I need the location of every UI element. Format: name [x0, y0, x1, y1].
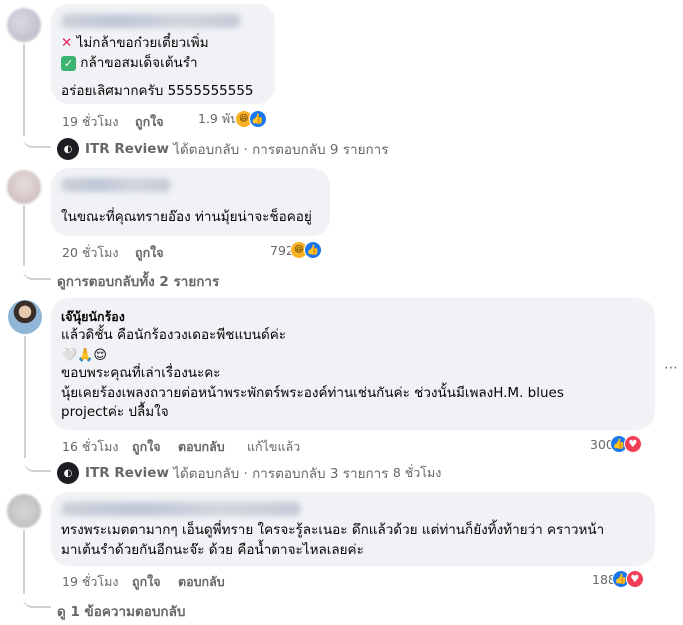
- cross-mark-icon: ✕: [61, 35, 73, 51]
- reply-summary-link[interactable]: ◐ ITR Review ได้ตอบกลับ · การตอบกลับ 9 ร…: [57, 138, 389, 160]
- reaction-summary[interactable]: 1.9 พัน 😆 👍: [198, 109, 267, 129]
- comment-bubble: ในขณะที่คุณทรายอ๊อง ท่านมุ้ยน่าจะช็อคอยู…: [51, 168, 330, 236]
- reaction-summary[interactable]: 300 👍 ♥: [590, 434, 642, 454]
- comment-line: ทรงพระเมตตามากๆ เอ็นดูพี่ทราย ใครจะรู้ละ…: [61, 522, 605, 538]
- like-reaction-icon: 👍: [303, 241, 322, 259]
- comment-line: ในขณะที่คุณทรายอ๊อง ท่านมุ้ยน่าจะช็อคอยู…: [61, 209, 312, 225]
- thread-branch: [23, 258, 51, 280]
- comment-line: อร่อยเลิศมากครับ 5555555555: [61, 83, 254, 99]
- like-button[interactable]: ถูกใจ: [132, 572, 161, 592]
- comment-line: projectค่ะ ปลื้มใจ: [61, 404, 169, 420]
- reply-button[interactable]: ตอบกลับ: [178, 572, 225, 592]
- blurred-author-name: [61, 14, 241, 28]
- view-replies-text: ดูการตอบกลับทั้ง 2 รายการ: [57, 274, 220, 290]
- comment-time[interactable]: 20 ชั่วโมง: [62, 243, 118, 263]
- like-button[interactable]: ถูกใจ: [135, 112, 164, 132]
- reaction-count: 1.9 พัน: [198, 111, 239, 126]
- reply-text: ได้ตอบกลับ · การตอบกลับ 9 รายการ: [173, 142, 389, 158]
- comment-time[interactable]: 16 ชั่วโมง: [62, 437, 118, 457]
- avatar[interactable]: [7, 494, 41, 528]
- reaction-summary[interactable]: 188 👍 ♥: [592, 569, 644, 589]
- thread-branch: [23, 588, 51, 608]
- thread-branch: [23, 132, 51, 148]
- comment-line: นุ้ยเคยร้องเพลงถวายต่อหน้าพระพักตร์พระอง…: [61, 385, 564, 401]
- reply-text: ได้ตอบกลับ · การตอบกลับ 3 รายการ: [173, 466, 389, 482]
- comment-line: แล้วดิชั้น คือนักร้องวงเดอะพีชแบนด์ค่ะ: [61, 327, 287, 343]
- itr-avatar-icon: ◐: [57, 462, 79, 484]
- love-reaction-icon: ♥: [625, 570, 644, 588]
- reaction-summary[interactable]: 792 😆 👍: [270, 240, 322, 260]
- reply-author: ITR Review: [85, 141, 169, 157]
- comment-time[interactable]: 19 ชั่วโมง: [62, 112, 118, 132]
- blurred-author-name: [61, 178, 171, 192]
- comment-bubble: ทรงพระเมตตามากๆ เอ็นดูพี่ทราย ใครจะรู้ละ…: [51, 492, 655, 566]
- thread-branch: [24, 452, 51, 472]
- comment-bubble: ✕ ไม่กล้าขอก๋วยเตี๋ยวเพิ่ม ✓ กล้าขอสมเด็…: [51, 4, 275, 104]
- avatar[interactable]: [7, 8, 41, 42]
- love-reaction-icon: ♥: [623, 435, 642, 453]
- like-reaction-icon: 👍: [248, 110, 267, 128]
- avatar[interactable]: [8, 300, 42, 334]
- check-mark-icon: ✓: [61, 56, 76, 71]
- comment-author[interactable]: เจ๊นุ้ยนักร้อง: [61, 307, 125, 327]
- emoji-line: 🤍🙏😌: [61, 348, 107, 363]
- comment-time[interactable]: 19 ชั่วโมง: [62, 572, 118, 592]
- reply-author: ITR Review: [85, 465, 169, 481]
- view-replies-link[interactable]: ดู 1 ข้อความตอบกลับ: [57, 600, 185, 622]
- view-replies-link[interactable]: ดูการตอบกลับทั้ง 2 รายการ: [57, 270, 219, 292]
- comment-line: มาเต้นรำด้วยกันอีกนะจ๊ะ ด้วย คือน้ำตาจะไ…: [61, 542, 364, 558]
- reply-button[interactable]: ตอบกลับ: [178, 437, 225, 457]
- reply-summary-link[interactable]: ◐ ITR Review ได้ตอบกลับ · การตอบกลับ 3 ร…: [57, 462, 441, 484]
- thread-line: [24, 336, 26, 458]
- comment-line: ✓ กล้าขอสมเด็จเต้นรำ: [61, 54, 198, 73]
- thread-line: [23, 206, 25, 266]
- view-replies-text: ดู 1 ข้อความตอบกลับ: [57, 604, 186, 620]
- thread-line: [23, 530, 25, 594]
- thread-line: [23, 44, 25, 136]
- more-options-icon[interactable]: ⋯: [664, 360, 678, 376]
- blurred-author-name: [61, 502, 301, 516]
- avatar[interactable]: [7, 170, 41, 204]
- edited-label: แก้ไขแล้ว: [247, 439, 301, 454]
- reply-time: 8 ชั่วโมง: [392, 465, 442, 480]
- like-button[interactable]: ถูกใจ: [135, 243, 164, 263]
- comment-line: ขอบพระคุณที่เล่าเรื่องนะคะ: [61, 365, 221, 381]
- comment-line: ✕ ไม่กล้าขอก๋วยเตี๋ยวเพิ่ม: [61, 35, 209, 51]
- comment-bubble: เจ๊นุ้ยนักร้อง แล้วดิชั้น คือนักร้องวงเด…: [51, 298, 655, 430]
- itr-avatar-icon: ◐: [57, 138, 79, 160]
- like-button[interactable]: ถูกใจ: [132, 437, 161, 457]
